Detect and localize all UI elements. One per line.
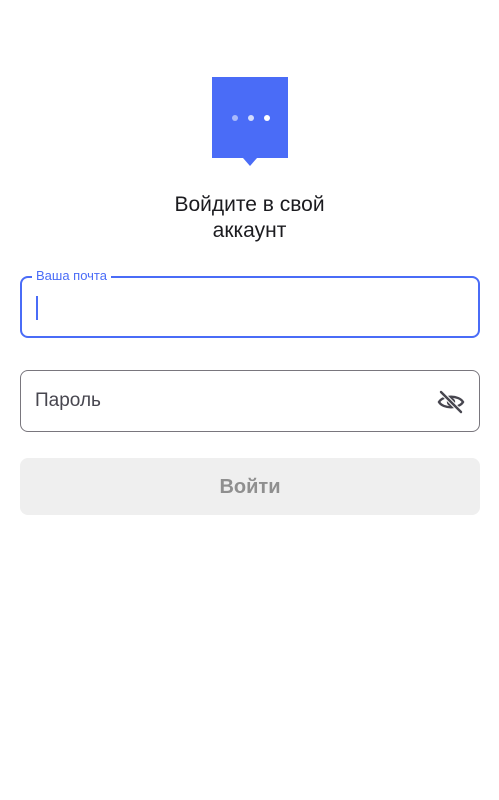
eye-off-icon[interactable]	[437, 389, 465, 415]
logo-dot	[232, 115, 238, 121]
password-field[interactable]	[20, 370, 480, 432]
page-title-line-2: аккаунт	[212, 219, 287, 242]
password-input[interactable]	[35, 371, 425, 431]
chat-bubble-dots-icon	[232, 115, 270, 121]
logo-dot	[264, 115, 270, 121]
login-screen: Войдите в свой аккаунт Ваша почта Войти	[0, 0, 499, 800]
page-title: Войдите в свой аккаунт	[0, 192, 499, 244]
email-input[interactable]	[36, 278, 426, 336]
logo-dot	[248, 115, 254, 121]
app-logo	[212, 77, 288, 166]
login-button[interactable]: Войти	[20, 458, 480, 515]
text-cursor	[36, 296, 38, 320]
email-field[interactable]: Ваша почта	[20, 268, 480, 338]
page-title-line-1: Войдите в свой	[174, 193, 325, 216]
